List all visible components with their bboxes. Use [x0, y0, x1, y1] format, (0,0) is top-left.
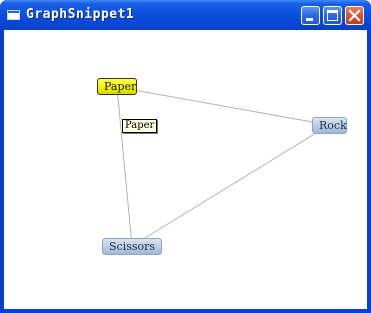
edge-paper-scissors[interactable] — [116, 86, 133, 247]
maximize-button[interactable] — [323, 6, 342, 25]
graph-node-scissors[interactable]: Scissors — [102, 238, 162, 255]
edge-rock-scissors[interactable] — [131, 124, 330, 247]
close-button[interactable] — [345, 6, 364, 25]
minimize-button[interactable] — [301, 6, 320, 25]
maximize-icon — [327, 10, 338, 21]
title-bar[interactable]: GraphSnippet1 — [0, 0, 371, 30]
node-tooltip: Paper — [122, 119, 158, 133]
minimize-icon — [306, 18, 313, 21]
window-title: GraphSnippet1 — [26, 7, 135, 22]
window-icon[interactable] — [7, 10, 20, 20]
graph-edges — [116, 86, 330, 247]
application-window: GraphSnippet1 Paper Rock Scissors Paper — [0, 0, 371, 313]
graph-canvas[interactable]: Paper Rock Scissors Paper — [4, 30, 367, 309]
close-icon — [348, 9, 361, 22]
graph-node-rock[interactable]: Rock — [312, 117, 347, 134]
graph-node-paper[interactable]: Paper — [97, 78, 137, 95]
